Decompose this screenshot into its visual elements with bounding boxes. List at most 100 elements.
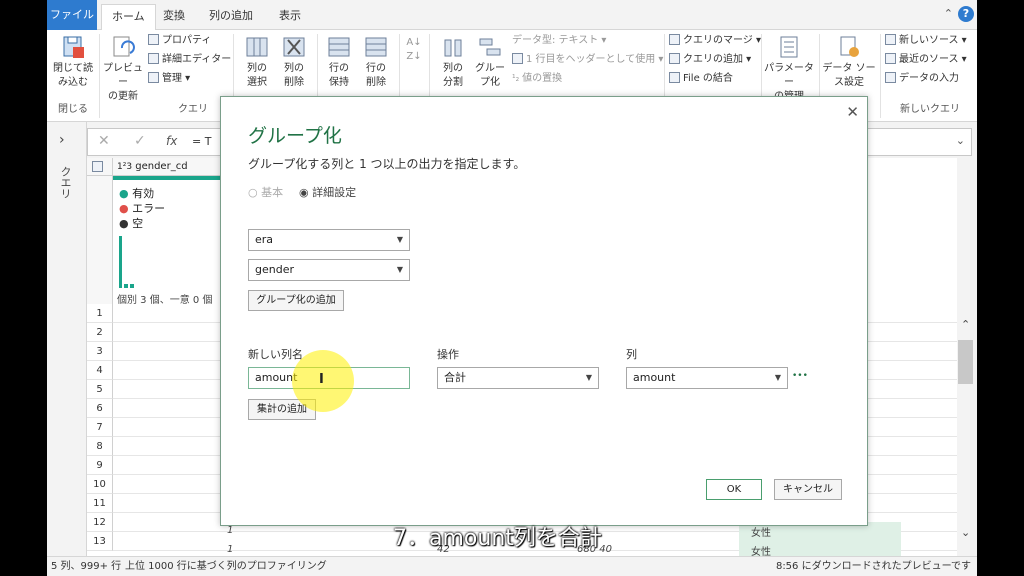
columns-icon — [246, 37, 268, 57]
group-label-new-query: 新しいクエリ — [900, 104, 960, 115]
editor-icon — [148, 53, 159, 64]
recent-source-button[interactable]: 最近のソース ▾ — [885, 53, 967, 67]
properties-button[interactable]: プロパティ — [148, 34, 211, 48]
scroll-up-icon[interactable]: ⌃ — [961, 318, 970, 331]
split-column-button[interactable]: 列の 分割 — [435, 34, 471, 90]
remove-columns-button[interactable]: 列の 削除 — [276, 34, 312, 90]
append-icon — [669, 53, 680, 64]
data-type-select[interactable]: データ型: テキスト ▾ — [512, 34, 606, 48]
fx-icon[interactable]: fx — [166, 134, 177, 148]
text-cursor-icon: I — [319, 372, 324, 387]
ok-button[interactable]: OK — [706, 479, 762, 500]
manage-button[interactable]: 管理 ▾ — [148, 72, 190, 86]
quality-bar — [113, 176, 223, 180]
row-number[interactable]: 2 — [87, 323, 113, 342]
distribution-bar — [119, 236, 122, 288]
remove-rows-icon — [365, 37, 387, 57]
new-column-name-label: 新しい列名 — [248, 348, 303, 361]
queries-pane: › クエリ — [47, 122, 87, 556]
cell-r12-a[interactable]: 1 — [227, 525, 233, 536]
enter-data-button[interactable]: データの入力 — [885, 72, 959, 86]
status-bar: 5 列、999+ 行 上位 1000 行に基づく列のプロファイリング 8:56 … — [47, 556, 977, 576]
group-by-dialog: ✕ グループ化 グループ化する列と 1 つ以上の出力を指定します。 ○ 基本 ◉… — [220, 96, 868, 526]
tab-transform[interactable]: 変換 — [153, 4, 195, 30]
formula-expand-icon[interactable]: ⌄ — [956, 134, 965, 147]
recent-source-icon — [885, 53, 896, 64]
replace-values-button[interactable]: ¹₂ 値の置換 — [512, 72, 562, 86]
more-options-icon[interactable]: ••• — [792, 371, 808, 381]
group-by-button[interactable]: グルー プ化 — [472, 34, 508, 90]
row-number[interactable]: 3 — [87, 342, 113, 361]
scroll-thumb[interactable] — [958, 340, 973, 384]
tab-file[interactable]: ファイル — [47, 0, 97, 30]
formula-input[interactable]: = T — [192, 135, 211, 148]
cancel-formula-icon[interactable]: ✕ — [98, 133, 110, 149]
combine-files-button[interactable]: File の結合 — [669, 72, 733, 86]
confirm-formula-icon[interactable]: ✓ — [134, 133, 146, 149]
combine-icon — [669, 72, 680, 83]
operation-label: 操作 — [437, 348, 459, 361]
keep-rows-icon — [328, 37, 350, 57]
expand-queries-icon[interactable]: › — [59, 132, 65, 148]
chevron-down-icon: ▼ — [774, 373, 781, 382]
tab-home[interactable]: ホーム — [101, 4, 156, 30]
refresh-preview-button[interactable]: プレビュー の更新 — [103, 34, 143, 104]
ribbon-tab-bar: ファイル ホーム 変換 列の追加 表示 ⌃ ? — [47, 0, 977, 30]
advanced-editor-button[interactable]: 詳細エディター — [148, 53, 231, 67]
column-header-gender-cd[interactable]: 1²3 gender_cd — [113, 158, 223, 176]
keep-rows-button[interactable]: 行の 保持 — [321, 34, 357, 90]
cancel-button[interactable]: キャンセル — [774, 479, 842, 500]
radio-advanced[interactable]: ◉ 詳細設定 — [299, 184, 356, 200]
row-number[interactable]: 6 — [87, 399, 113, 418]
append-queries-button[interactable]: クエリの追加 ▾ — [669, 53, 751, 67]
row-number[interactable]: 4 — [87, 361, 113, 380]
row-number[interactable]: 7 — [87, 418, 113, 437]
radio-basic[interactable]: ○ 基本 — [248, 184, 283, 200]
remove-rows-button[interactable]: 行の 削除 — [358, 34, 394, 90]
distribution-bar — [124, 284, 128, 288]
group-by-select-2[interactable]: gender ▼ — [248, 259, 410, 281]
manage-parameters-button[interactable]: パラメーターの管理 — [763, 34, 815, 104]
status-row-count: 5 列、999+ 行 — [51, 561, 122, 572]
close-load-button[interactable]: 閉じて読 み込む — [51, 34, 95, 90]
vertical-scrollbar[interactable]: ⌃ ⌄ — [957, 310, 975, 550]
header-icon — [512, 53, 523, 64]
column-select[interactable]: amount ▼ — [626, 367, 788, 389]
remove-columns-icon — [283, 37, 305, 57]
collapse-ribbon-icon[interactable]: ⌃ — [944, 7, 953, 20]
row-number[interactable]: 13 — [87, 532, 113, 551]
row-number[interactable]: 10 — [87, 475, 113, 494]
sort-icons[interactable]: A↓ Z↓ — [403, 36, 425, 64]
operation-select[interactable]: 合計 ▼ — [437, 367, 599, 389]
quality-error: ● エラー — [119, 202, 166, 215]
help-icon[interactable]: ? — [958, 6, 974, 22]
parameters-icon — [780, 36, 798, 58]
data-source-settings-button[interactable]: データ ソー ス設定 — [822, 34, 876, 90]
first-row-header-button[interactable]: 1 行目をヘッダーとして使用 ▾ — [512, 53, 663, 67]
dialog-title: グループ化 — [248, 125, 342, 147]
row-number[interactable]: 8 — [87, 437, 113, 456]
chevron-down-icon: ▼ — [585, 373, 592, 382]
row-number[interactable]: 5 — [87, 380, 113, 399]
choose-columns-button[interactable]: 列の 選択 — [239, 34, 275, 90]
row-number[interactable]: 12 — [87, 513, 113, 532]
status-profiling[interactable]: 上位 1000 行に基づく列のプロファイリング — [125, 557, 327, 576]
cell-r12-d[interactable]: 女性 — [751, 524, 771, 539]
merge-queries-button[interactable]: クエリのマージ ▾ — [669, 34, 761, 48]
tab-view[interactable]: 表示 — [269, 4, 311, 30]
row-number[interactable]: 9 — [87, 456, 113, 475]
cell-r13-a[interactable]: 1 — [227, 544, 233, 555]
table-menu-icon[interactable] — [87, 158, 113, 176]
queries-pane-label: クエリ — [59, 166, 72, 199]
scroll-down-icon[interactable]: ⌄ — [961, 526, 970, 539]
add-grouping-button[interactable]: グループ化の追加 — [248, 290, 344, 311]
table-icon — [148, 72, 159, 83]
row-number[interactable]: 1 — [87, 304, 113, 323]
merge-icon — [669, 34, 680, 45]
video-caption: 7．amount列を合計 — [393, 526, 602, 551]
tab-add-column[interactable]: 列の追加 — [199, 4, 263, 30]
row-number[interactable]: 11 — [87, 494, 113, 513]
new-source-button[interactable]: 新しいソース ▾ — [885, 34, 967, 48]
close-icon[interactable]: ✕ — [846, 103, 859, 121]
group-by-select-1[interactable]: era ▼ — [248, 229, 410, 251]
